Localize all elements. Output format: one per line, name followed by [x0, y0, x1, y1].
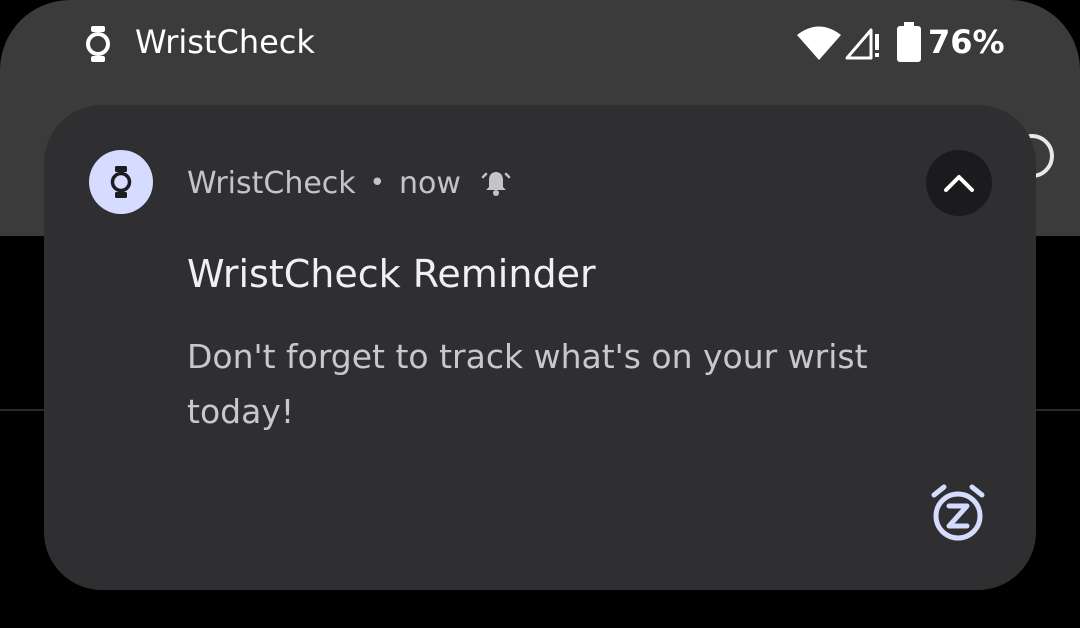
header-separator: • [369, 168, 386, 198]
battery-icon [897, 22, 921, 62]
notification-title: WristCheck Reminder [187, 252, 596, 296]
bell-icon [481, 172, 511, 196]
watch-icon [86, 26, 110, 62]
status-bar-app-name: WristCheck [135, 23, 315, 61]
chevron-up-icon [944, 175, 974, 192]
status-bar: WristCheck 76% [0, 0, 1080, 86]
watch-icon [110, 166, 132, 198]
wifi-icon [797, 26, 841, 60]
signal-icon [845, 28, 879, 60]
notification-header: WristCheck • now [187, 161, 511, 205]
screen: WristCheck 76% WristCheck • now WristChe… [0, 0, 1080, 628]
battery-percentage: 76% [928, 23, 1005, 61]
notification-body: Don't forget to track what's on your wri… [187, 337, 868, 431]
notification-card[interactable]: WristCheck • now WristCheck Reminder Don… [44, 105, 1036, 590]
notification-time: now [399, 165, 461, 201]
snooze-icon[interactable] [926, 481, 990, 545]
app-icon [89, 150, 153, 214]
collapse-button[interactable] [926, 150, 992, 216]
notification-app-name: WristCheck [187, 165, 356, 201]
